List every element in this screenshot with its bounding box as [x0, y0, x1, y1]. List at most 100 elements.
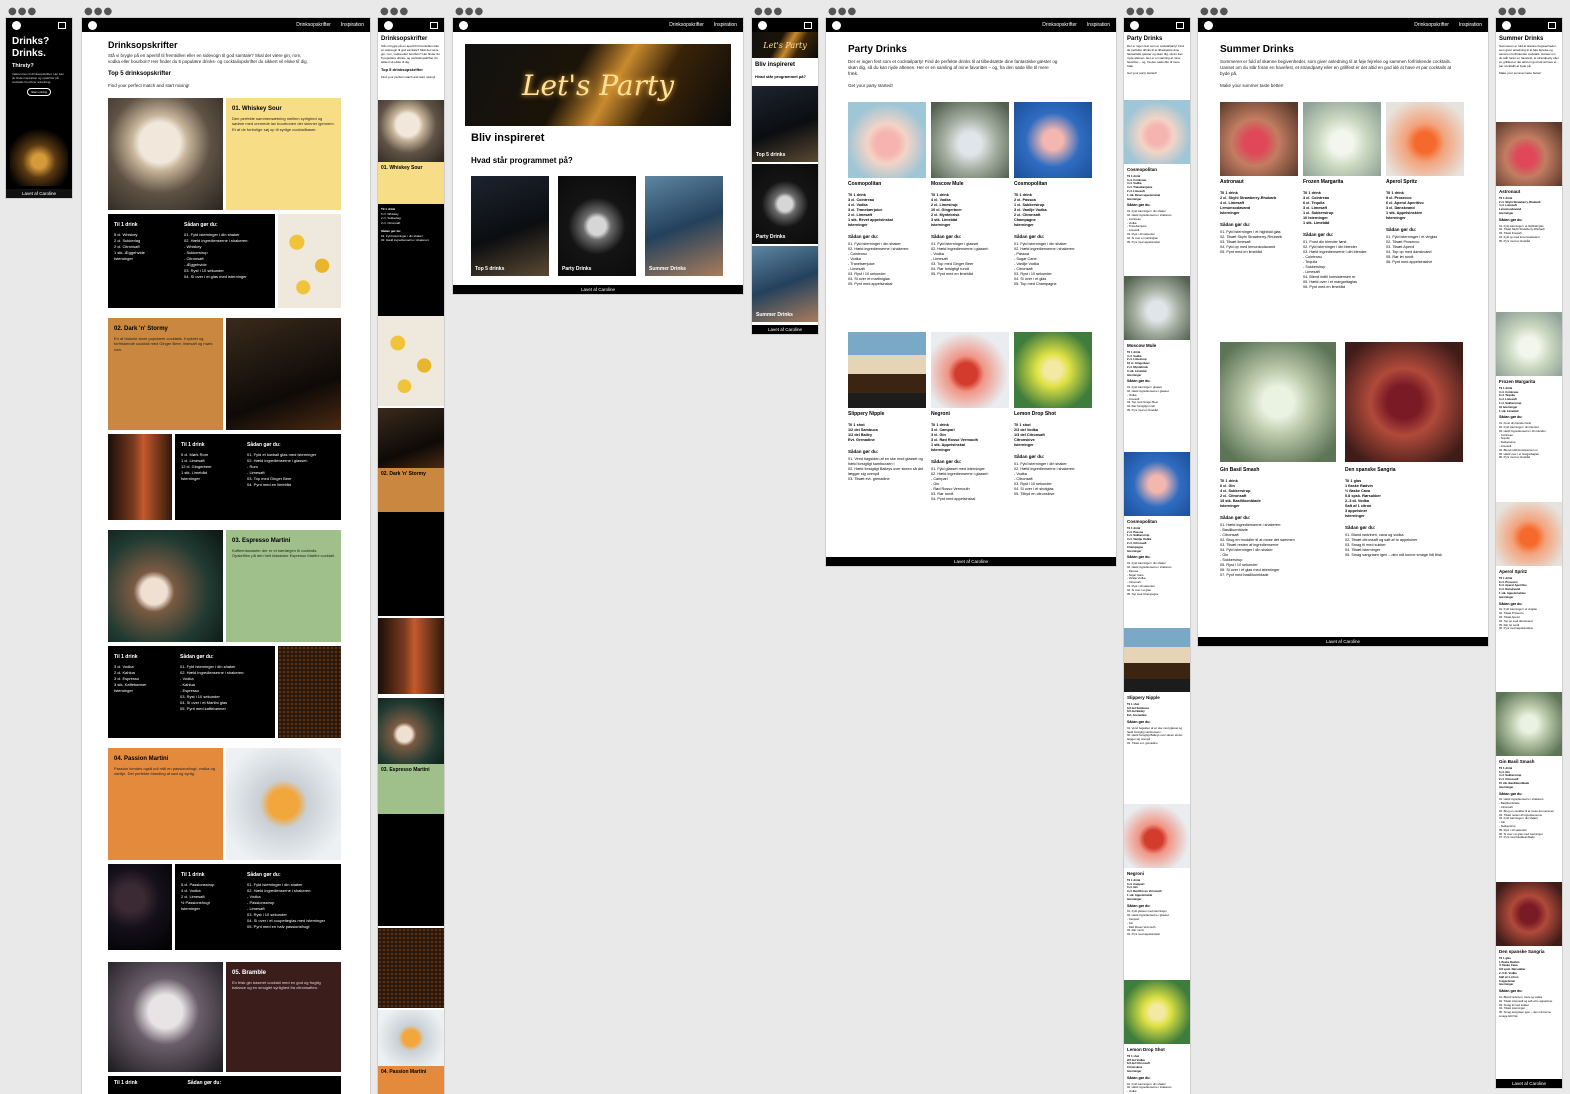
- how-label: Sådan gør du:: [1014, 454, 1045, 459]
- mobile-home-frame: Drinks? Drinks. Thirsty? Velkommen til d…: [6, 18, 72, 198]
- step: 04. Pynt med appelsinskal: [931, 497, 976, 501]
- nav-link-inspiration[interactable]: Inspiration: [1087, 22, 1110, 28]
- ingredient: Evt. Grenadine: [1127, 713, 1147, 718]
- recipe-details-2: Til 1 drink 5 cl. Mørk Rom 1 cl. Limesaf…: [175, 434, 341, 520]
- intro-text: Sommeren er fuld af skønne begivenheder,…: [1220, 59, 1452, 76]
- how-label: Sådan gør du:: [247, 442, 281, 448]
- card-top5[interactable]: Top 5 drinks: [471, 176, 549, 276]
- how-label: Sådan gør du:: [187, 1080, 222, 1086]
- card-summer[interactable]: Summer Drinks: [752, 246, 818, 322]
- window-controls: ●●●: [8, 6, 38, 17]
- nav-link-inspiration[interactable]: Inspiration: [341, 22, 364, 28]
- drink-image: [1496, 502, 1562, 566]
- nav-link-inspiration[interactable]: Inspiration: [1459, 22, 1482, 28]
- drink-name: Gin Basil Smash: [1220, 467, 1260, 473]
- recipe-title: 04. Passion Martini: [381, 1069, 427, 1075]
- ingredient: Isterninger: [1127, 196, 1142, 201]
- drink-name: Cosmopolitan: [1014, 181, 1048, 187]
- recipe-title: 01. Whiskey Sour: [381, 165, 423, 171]
- logo-icon[interactable]: [758, 20, 767, 30]
- logo-icon[interactable]: [459, 20, 468, 30]
- nav-link-recipes[interactable]: Drinksopskrifter: [669, 22, 704, 28]
- cta-text: Make your summer taste better!: [1499, 71, 1542, 75]
- recipe-title: 01. Whiskey Sour: [232, 106, 282, 112]
- step: 03. Tilsæt evt. grenadine: [848, 477, 890, 481]
- drink-image: [1386, 102, 1464, 176]
- ingredient: Isterninger: [931, 448, 951, 452]
- drink-name: Astronaut: [1499, 189, 1521, 194]
- section-title: Top 5 drinksopskrifter: [381, 67, 423, 72]
- dark-stormy-image: [378, 408, 444, 468]
- drink-name: Frozen Margarita: [1499, 379, 1536, 384]
- ingredient: Evt. Grenadine: [848, 438, 875, 442]
- nav-link-recipes[interactable]: Drinksopskrifter: [1042, 22, 1077, 28]
- step: 05. Pynt med kaffebønner: [180, 706, 226, 711]
- ingredient: Isterninger: [1127, 1068, 1142, 1073]
- top-nav: Drinksopskrifter Inspiration: [826, 18, 1116, 32]
- logo-icon[interactable]: [1130, 20, 1139, 30]
- recipe-desc: Kaffeentusiaster der er et kærlægen til …: [232, 548, 335, 559]
- drink-recipe: Gin Basil Smash Til 1 drink 6 cl. Gin 4 cl.…: [1499, 759, 1559, 840]
- drink-name: Den spanske Sangria: [1345, 467, 1396, 473]
- logo-icon[interactable]: [384, 20, 393, 30]
- drink-name: Frozen Margarita: [1303, 179, 1344, 185]
- logo-icon[interactable]: [1502, 20, 1511, 30]
- drink-recipe: Aperol Spritz Til 1 drink 9 cl. Prosecco 6 …: [1386, 180, 1468, 265]
- step: 04. Si over i et glas med isterninger: [184, 274, 247, 279]
- drink-name: Cosmopolitan: [848, 181, 882, 187]
- drink-name: Slippery Nipple: [1127, 695, 1160, 700]
- for-one-label: Til 1 drink: [181, 872, 205, 878]
- card-summer[interactable]: Summer Drinks: [645, 176, 723, 276]
- footer: Lavet af Caroline: [6, 189, 72, 198]
- drink-recipe: Den spanske Sangria Til 1 glas 1 flaske Rø…: [1345, 468, 1467, 558]
- how-label: Sådan gør du:: [1220, 515, 1251, 520]
- how-label: Sådan gør du:: [1303, 232, 1334, 237]
- drink-image: [1496, 692, 1562, 756]
- passion-martini-image: [378, 1010, 444, 1066]
- menu-icon[interactable]: [804, 21, 812, 29]
- logo-icon[interactable]: [1204, 20, 1213, 30]
- how-label: Sådan gør du:: [1499, 791, 1523, 796]
- nav-link-inspiration[interactable]: Inspiration: [714, 22, 737, 28]
- card-party[interactable]: Party Drinks: [558, 176, 636, 276]
- drink-name: Aperol Spritz: [1499, 569, 1528, 574]
- card-label: Party Drinks: [756, 234, 786, 240]
- step: 01. Vend bagsiden af en ske mod glasset …: [848, 457, 923, 466]
- drink-image: [1124, 452, 1190, 516]
- hero-subtitle: Thirsty?: [12, 63, 34, 69]
- drink-image: [848, 332, 926, 408]
- menu-icon[interactable]: [430, 21, 438, 29]
- card-label: Top 5 drinks: [756, 152, 786, 158]
- recipe-desc: En frisk gin baseret cocktail med en god…: [232, 980, 321, 991]
- footer: Lavet af Caroline: [752, 325, 818, 334]
- drink-name: Negroni: [1127, 871, 1145, 876]
- start-button[interactable]: Start mixing: [27, 88, 51, 96]
- ingredient: Isterninger: [1220, 211, 1240, 215]
- drink-recipe: Lemon Drop Shot Til 1 shot 2/3 del Vodka 1/…: [1014, 412, 1094, 497]
- recipe-desc: Den perfekte sammensætning mellem syrlig…: [232, 116, 335, 132]
- how-label: Sådan gør du:: [1127, 903, 1151, 908]
- logo-icon[interactable]: [832, 20, 841, 30]
- menu-icon[interactable]: [1548, 21, 1556, 29]
- nav-link-recipes[interactable]: Drinksopskrifter: [1414, 22, 1449, 28]
- intro-text: Stå vi brygle på en aperitif til frem­ti…: [381, 44, 440, 64]
- card-party[interactable]: Party Drinks: [752, 164, 818, 244]
- menu-icon[interactable]: [58, 21, 66, 29]
- ingredient: Isterninger: [1499, 210, 1514, 215]
- card-top5[interactable]: Top 5 drinks: [752, 86, 818, 162]
- step: 02. Hæld ingredienserne i shakeren:: [381, 238, 430, 242]
- logo-icon[interactable]: [12, 20, 21, 30]
- logo-icon[interactable]: [88, 20, 97, 30]
- drink-recipe: Frozen Margarita Til 1 drink 3 cl. Cointre…: [1303, 180, 1385, 290]
- nav-link-recipes[interactable]: Drinksopskrifter: [296, 22, 331, 28]
- recipe-card-4: 04. Passion Martini: [378, 1066, 444, 1094]
- how-label: Sådan gør du:: [1127, 379, 1151, 384]
- menu-icon[interactable]: [1176, 21, 1184, 29]
- drink-recipe: Aperol Spritz Til 1 drink 9 cl. Prosecco 6 …: [1499, 569, 1559, 631]
- ingredient: Isterninger: [1386, 216, 1406, 220]
- how-label: Sådan gør du:: [180, 654, 214, 660]
- whiskey-sour-image: [108, 98, 223, 210]
- hero-title-1: Drinks?: [12, 36, 50, 47]
- drink-recipe: Moscow Mule Til 1 drink 4 cl. Vodka 2 cl. L…: [1127, 343, 1187, 413]
- drink-name: Cosmopolitan: [1127, 167, 1157, 172]
